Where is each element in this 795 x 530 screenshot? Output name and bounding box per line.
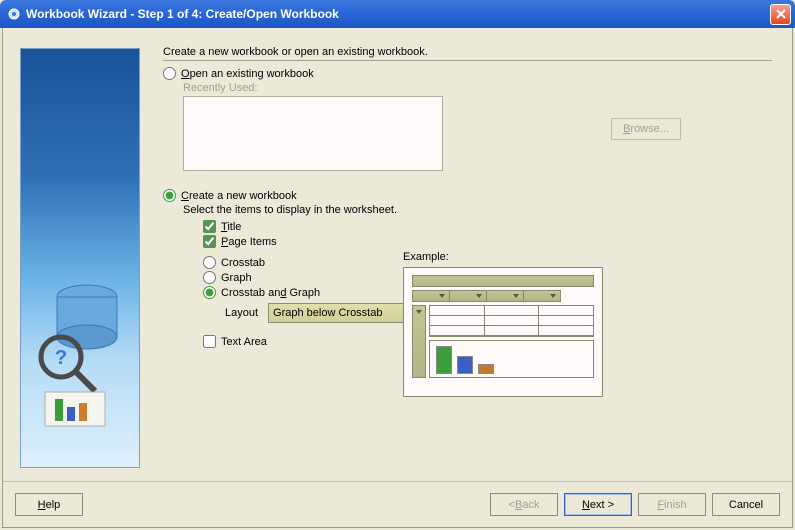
titlebar: Workbook Wizard - Step 1 of 4: Create/Op… bbox=[0, 0, 795, 28]
example-title-strip bbox=[412, 275, 594, 287]
text-area-checkbox-label[interactable]: Text Area bbox=[221, 336, 267, 348]
crosstab-and-graph-label[interactable]: Crosstab and Graph bbox=[221, 287, 320, 299]
close-button[interactable] bbox=[770, 4, 791, 25]
example-preview bbox=[403, 267, 603, 397]
browse-button: Browse... bbox=[611, 118, 681, 140]
example-page-tabs bbox=[412, 290, 594, 302]
open-existing-radio[interactable] bbox=[163, 67, 176, 80]
create-new-radio[interactable] bbox=[163, 189, 176, 202]
wizard-sidebar-image: ? bbox=[20, 48, 140, 468]
example-crosstab bbox=[429, 305, 594, 337]
example-label: Example: bbox=[403, 251, 608, 263]
layout-dropdown[interactable]: Graph below Crosstab bbox=[268, 303, 418, 323]
title-checkbox[interactable] bbox=[203, 220, 216, 233]
wizard-footer: Help < Back Next > Finish Cancel bbox=[3, 481, 792, 527]
example-graph bbox=[429, 340, 594, 378]
create-new-label[interactable]: Create a new workbook bbox=[181, 190, 297, 202]
create-new-radio-row: Create a new workbook bbox=[163, 189, 772, 202]
crosstab-radio[interactable] bbox=[203, 256, 216, 269]
cancel-button[interactable]: Cancel bbox=[712, 493, 780, 516]
layout-label: Layout bbox=[225, 307, 258, 319]
create-subtext: Select the items to display in the works… bbox=[183, 204, 772, 216]
dialog-body: ? Create a new workbook or open an exist… bbox=[2, 28, 793, 528]
crosstab-and-graph-radio[interactable] bbox=[203, 286, 216, 299]
graph-radio[interactable] bbox=[203, 271, 216, 284]
open-existing-label[interactable]: Open an existing workbook bbox=[181, 68, 314, 80]
recently-used-label: Recently Used: bbox=[183, 82, 772, 94]
open-existing-radio-row: Open an existing workbook bbox=[163, 67, 772, 80]
recently-used-list bbox=[183, 96, 443, 171]
page-items-checkbox[interactable] bbox=[203, 235, 216, 248]
page-items-checkbox-label[interactable]: Page Items bbox=[221, 236, 277, 248]
window-title: Workbook Wizard - Step 1 of 4: Create/Op… bbox=[26, 7, 770, 21]
help-button[interactable]: Help bbox=[15, 493, 83, 516]
back-button: < Back bbox=[490, 493, 558, 516]
text-area-checkbox[interactable] bbox=[203, 335, 216, 348]
app-icon bbox=[6, 6, 22, 22]
svg-text:?: ? bbox=[55, 347, 67, 369]
graph-label[interactable]: Graph bbox=[221, 272, 252, 284]
title-checkbox-label[interactable]: Title bbox=[221, 221, 241, 233]
divider bbox=[163, 60, 772, 61]
layout-dropdown-value: Graph below Crosstab bbox=[273, 307, 382, 319]
instruction-text: Create a new workbook or open an existin… bbox=[163, 46, 772, 58]
next-button[interactable]: Next > bbox=[564, 493, 632, 516]
wizard-content: Create a new workbook or open an existin… bbox=[163, 46, 772, 467]
crosstab-label[interactable]: Crosstab bbox=[221, 257, 265, 269]
example-side-tab bbox=[412, 305, 426, 378]
finish-button: Finish bbox=[638, 493, 706, 516]
